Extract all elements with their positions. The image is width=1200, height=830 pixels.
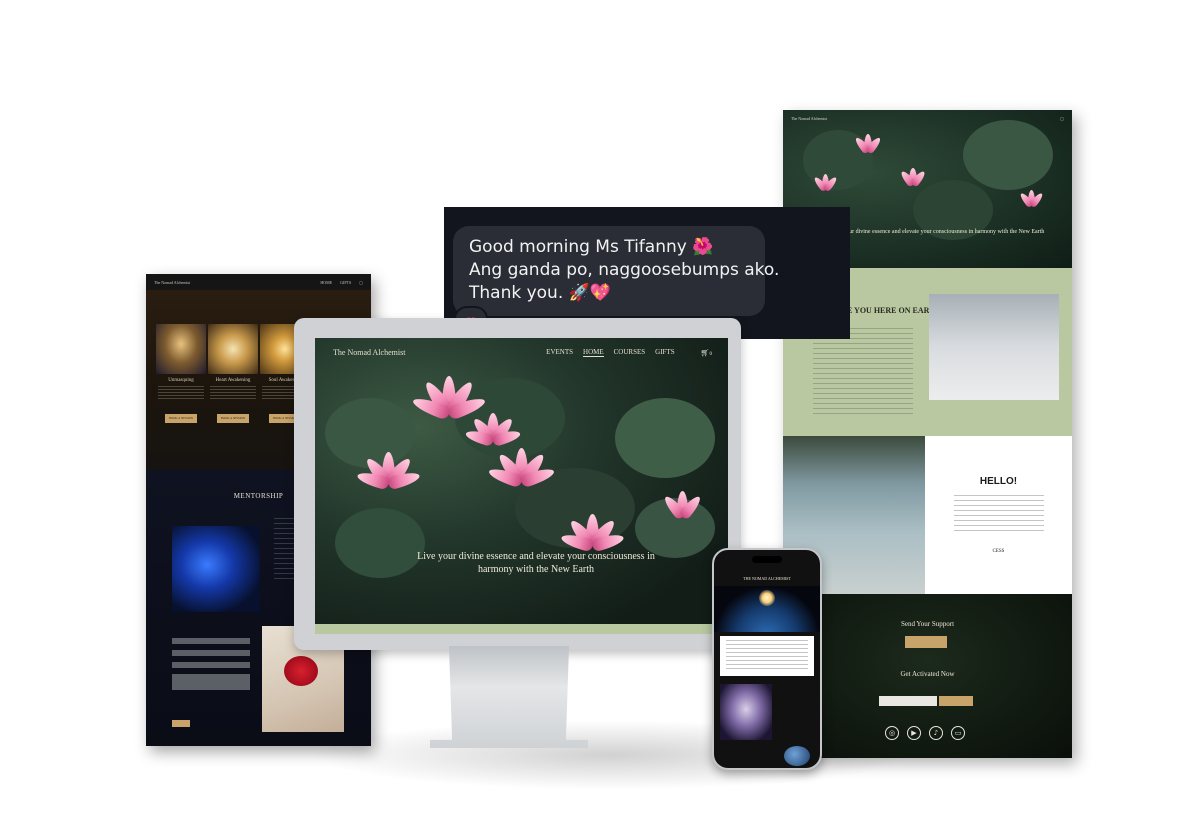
course-button[interactable]: BOOK A SESSION (165, 414, 197, 423)
phone-mockup: THE NOMAD ALCHEMIST (712, 548, 822, 770)
submit-button[interactable] (172, 720, 190, 727)
form-message[interactable] (172, 674, 250, 690)
desktop-screen: The Nomad Alchemist EVENTS HOME COURSES … (315, 338, 728, 634)
nav-gifts[interactable]: GIFTS (655, 348, 674, 357)
nav-courses[interactable]: COURSES (614, 348, 646, 357)
left-cart-icon[interactable]: ▢ (359, 280, 363, 285)
tiktok-icon[interactable]: ♪ (929, 726, 943, 740)
lotus-flower (659, 488, 707, 536)
course-desc (158, 386, 204, 400)
course-image (156, 324, 206, 374)
form-field[interactable] (172, 650, 250, 656)
message-line: Thank you. 🚀💖 (469, 283, 611, 303)
right-nav: The Nomad Alchemist ▢ (791, 116, 1064, 121)
support-title: Send Your Support (900, 620, 955, 628)
desktop-brand[interactable]: The Nomad Alchemist (333, 348, 546, 357)
cart-icon[interactable]: 🛒︎0 (701, 349, 712, 357)
phone-notch (752, 556, 782, 563)
lotus-flower (812, 172, 839, 198)
lotus-flower (899, 166, 927, 194)
signature: CESS (992, 549, 1005, 554)
course-image (208, 324, 258, 374)
nav-events[interactable]: EVENTS (546, 348, 573, 357)
email-input[interactable] (879, 696, 937, 706)
chat-icon[interactable]: ▭ (951, 726, 965, 740)
message-line: Good morning Ms Tifanny 🌺 (469, 237, 714, 257)
message-text: Good morning Ms Tifanny 🌺 Ang ganda po, … (469, 236, 779, 305)
left-nav: The Nomad Alchemist HOME GIFTS ▢ (146, 274, 371, 290)
support-button[interactable] (905, 636, 947, 648)
lotus-flower (853, 132, 883, 162)
support-section: Send Your Support Get Activated Now ◎ ▶ … (783, 594, 1072, 758)
phone-heading: THE NOMAD ALCHEMIST (743, 576, 791, 581)
desktop-nav: The Nomad Alchemist EVENTS HOME COURSES … (333, 348, 712, 357)
monitor-stand (430, 646, 588, 748)
lotus-flower (1018, 188, 1045, 214)
planet-image (784, 746, 810, 766)
lotus-flower (355, 448, 422, 508)
mountain-image (929, 294, 1059, 400)
sunrise-glow (759, 590, 775, 606)
message-line: Ang ganda po, naggoosebumps ako. (469, 260, 780, 280)
message-bubble: Good morning Ms Tifanny 🌺 Ang ganda po, … (453, 226, 779, 316)
contact-form (172, 632, 250, 690)
right-tagline: Live your divine essence and elevate you… (830, 229, 1045, 235)
about-text (813, 328, 913, 418)
course-title: Heart Awakening (215, 378, 251, 383)
subscribe-button[interactable] (939, 696, 973, 706)
social-icons: ◎ ▶ ♪ ▭ (885, 726, 965, 740)
orchid-image (720, 684, 772, 740)
course-card[interactable]: Unmasquing BOOK A SESSION (156, 324, 206, 423)
left-brand[interactable]: The Nomad Alchemist (154, 280, 312, 285)
course-card[interactable]: Heart Awakening BOOK A SESSION (208, 324, 258, 423)
form-field[interactable] (172, 638, 250, 644)
desktop-tagline: Live your divine essence and elevate you… (417, 551, 655, 575)
course-title: Unmasquing (168, 378, 194, 383)
desktop-monitor: The Nomad Alchemist EVENTS HOME COURSES … (294, 318, 741, 650)
hello-section: HELLO! CESS (925, 436, 1072, 594)
youtube-icon[interactable]: ▶ (907, 726, 921, 740)
nav-home[interactable]: HOME (583, 348, 604, 357)
lotus-flower (487, 444, 556, 506)
sage-strip (315, 624, 728, 634)
activated-title: Get Activated Now (900, 670, 955, 678)
hello-text (953, 495, 1044, 535)
nav-menu: EVENTS HOME COURSES GIFTS (546, 348, 675, 357)
mentorship-image (172, 526, 260, 612)
course-desc (210, 386, 256, 400)
course-button[interactable]: BOOK A SESSION (217, 414, 249, 423)
phone-text-card (720, 636, 814, 676)
left-nav-home[interactable]: HOME (320, 280, 332, 285)
right-brand[interactable]: The Nomad Alchemist (791, 116, 1054, 121)
hello-title: HELLO! (979, 476, 1018, 487)
instagram-icon[interactable]: ◎ (885, 726, 899, 740)
form-field[interactable] (172, 662, 250, 668)
red-flower (284, 656, 318, 686)
right-cart-icon[interactable]: ▢ (1060, 116, 1064, 121)
left-nav-gifts[interactable]: GIFTS (340, 280, 351, 285)
cart-count: 0 (709, 351, 713, 357)
